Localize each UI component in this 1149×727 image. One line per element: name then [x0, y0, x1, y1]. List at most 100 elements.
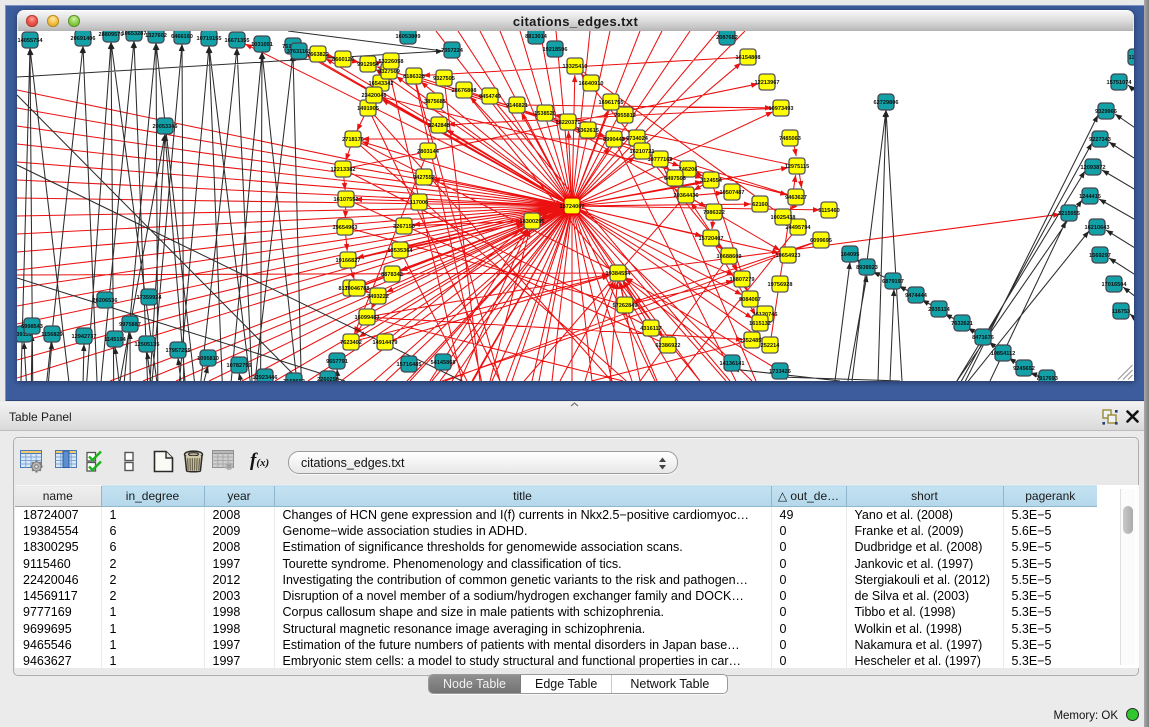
svg-text:9657791: 9657791 — [326, 359, 348, 365]
svg-text:53226058: 53226058 — [379, 59, 404, 65]
svg-text:62386922: 62386922 — [656, 343, 681, 349]
svg-text:117006: 117006 — [410, 200, 428, 206]
svg-text:7917693: 7917693 — [1036, 376, 1058, 381]
svg-text:17359924: 17359924 — [137, 295, 163, 301]
svg-text:1362615: 1362615 — [577, 128, 599, 134]
svg-text:3267150: 3267150 — [393, 224, 415, 230]
svg-text:9975887: 9975887 — [119, 322, 141, 328]
svg-text:10025438: 10025438 — [771, 215, 796, 221]
svg-text:12093872: 12093872 — [1081, 165, 1106, 171]
svg-text:7632621: 7632621 — [951, 321, 973, 327]
svg-text:14136141: 14136141 — [720, 361, 745, 367]
svg-text:9227343: 9227343 — [1089, 137, 1111, 143]
svg-text:164095: 164095 — [841, 252, 860, 258]
svg-text:3493222: 3493222 — [367, 294, 389, 300]
svg-text:15716485: 15716485 — [397, 362, 422, 368]
svg-text:16053809: 16053809 — [396, 34, 421, 40]
svg-text:6466160: 6466160 — [171, 34, 193, 40]
svg-text:19384554: 19384554 — [606, 271, 632, 277]
svg-text:10854112: 10854112 — [991, 351, 1016, 357]
svg-text:12213382: 12213382 — [331, 167, 356, 173]
svg-text:3242848: 3242848 — [428, 123, 450, 129]
svg-text:10973493: 10973493 — [769, 106, 794, 112]
svg-text:19218506: 19218506 — [543, 47, 568, 53]
svg-text:2718176: 2718176 — [342, 137, 364, 143]
svg-text:7955812: 7955812 — [614, 113, 636, 119]
svg-text:12975115: 12975115 — [785, 164, 810, 170]
svg-text:7485063: 7485063 — [779, 136, 801, 142]
svg-text:8454749: 8454749 — [479, 94, 501, 100]
svg-text:2260256: 2260256 — [317, 377, 339, 381]
svg-text:18300295: 18300295 — [520, 219, 545, 225]
svg-text:10719155: 10719155 — [197, 36, 222, 42]
svg-text:252214: 252214 — [761, 343, 781, 349]
svg-text:8660124: 8660124 — [332, 57, 355, 63]
svg-text:7623402: 7623402 — [340, 340, 362, 346]
svg-text:6879197: 6879197 — [882, 279, 904, 285]
svg-text:16210643: 16210643 — [1085, 225, 1110, 231]
svg-text:8186328: 8186328 — [403, 74, 425, 80]
svg-text:116753: 116753 — [1112, 309, 1130, 315]
svg-text:3875685: 3875685 — [424, 99, 446, 105]
svg-text:9084067: 9084067 — [739, 297, 761, 303]
svg-text:6497508: 6497508 — [664, 176, 686, 182]
svg-text:11123: 11123 — [1129, 55, 1134, 61]
svg-text:28809570: 28809570 — [99, 32, 124, 38]
svg-text:1031051: 1031051 — [251, 42, 273, 48]
svg-text:1244415: 1244415 — [1079, 194, 1101, 200]
svg-text:12505135: 12505135 — [135, 342, 160, 348]
svg-text:16671355: 16671355 — [225, 38, 250, 44]
svg-text:9463627: 9463627 — [785, 195, 807, 201]
svg-text:16154808: 16154808 — [736, 55, 761, 61]
svg-text:12923446: 12923446 — [253, 375, 278, 381]
svg-text:9115460: 9115460 — [818, 208, 839, 214]
svg-text:3124554: 3124554 — [700, 178, 723, 184]
svg-text:9245652: 9245652 — [1013, 366, 1035, 372]
svg-text:16099483: 16099483 — [355, 315, 380, 321]
svg-text:8938923: 8938923 — [856, 265, 878, 271]
svg-text:24495794: 24495794 — [786, 225, 812, 231]
svg-text:20053346: 20053346 — [153, 124, 178, 130]
svg-text:7357224: 7357224 — [441, 48, 464, 54]
svg-text:16640910: 16640910 — [579, 81, 604, 87]
svg-text:57262849: 57262849 — [613, 303, 638, 309]
svg-text:2803144: 2803144 — [417, 149, 440, 155]
svg-text:1615132: 1615132 — [749, 321, 771, 327]
svg-text:9327509: 9327509 — [378, 69, 400, 75]
svg-text:20364436: 20364436 — [674, 193, 699, 199]
svg-text:1569297: 1569297 — [1089, 253, 1111, 259]
svg-text:17957255: 17957255 — [166, 348, 191, 354]
svg-text:28676808: 28676808 — [452, 88, 477, 94]
svg-text:20691406: 20691406 — [71, 36, 96, 42]
svg-text:62729806: 62729806 — [874, 100, 899, 106]
svg-text:9474444: 9474444 — [905, 293, 928, 299]
svg-text:18724007: 18724007 — [560, 204, 585, 210]
svg-text:16210721: 16210721 — [630, 149, 655, 155]
svg-text:4316117: 4316117 — [640, 326, 661, 332]
svg-text:1538520: 1538520 — [534, 111, 556, 117]
svg-text:16961755: 16961755 — [599, 100, 624, 106]
svg-text:10653287: 10653287 — [122, 31, 147, 37]
svg-text:20206536: 20206536 — [93, 298, 118, 304]
svg-text:54145868: 54145868 — [431, 360, 456, 366]
svg-text:2087682: 2087682 — [716, 35, 738, 41]
svg-text:19654923: 19654923 — [776, 253, 801, 259]
svg-text:15751074: 15751074 — [1107, 80, 1133, 86]
svg-text:3158692: 3158692 — [283, 379, 305, 381]
svg-text:1095810: 1095810 — [197, 356, 219, 362]
svg-text:62160: 62160 — [752, 202, 768, 208]
svg-text:9329966: 9329966 — [1095, 109, 1117, 115]
svg-text:1733426: 1733426 — [769, 369, 791, 375]
svg-text:2935114: 2935114 — [928, 307, 950, 313]
svg-text:8471676: 8471676 — [972, 335, 994, 341]
svg-text:1327602: 1327602 — [145, 33, 167, 39]
svg-text:8878342: 8878342 — [381, 272, 403, 278]
svg-text:7986322: 7986322 — [703, 210, 725, 216]
svg-text:14055754: 14055754 — [18, 38, 44, 44]
svg-text:10688609: 10688609 — [717, 254, 742, 260]
svg-text:23420046: 23420046 — [362, 93, 387, 99]
svg-text:12942737: 12942737 — [72, 334, 97, 340]
svg-text:9327505: 9327505 — [433, 76, 455, 82]
svg-text:10782759: 10782759 — [227, 363, 252, 369]
svg-text:15720407: 15720407 — [699, 236, 724, 242]
